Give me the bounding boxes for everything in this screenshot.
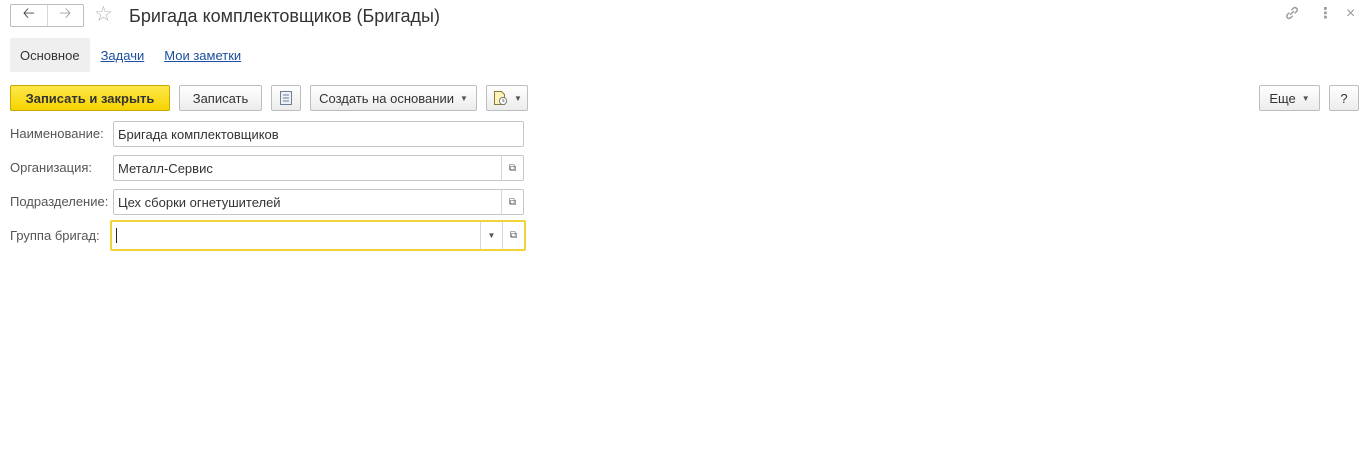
name-value[interactable]: Бригада комплектовщиков bbox=[114, 122, 523, 146]
document-clock-icon bbox=[494, 91, 508, 106]
more-actions-button[interactable]: Еще ▼ bbox=[1259, 85, 1320, 111]
tab-my-notes[interactable]: Мои заметки bbox=[154, 38, 251, 72]
help-button[interactable]: ? bbox=[1329, 85, 1359, 111]
group-field[interactable]: ▼ ⧉ bbox=[110, 220, 526, 251]
star-icon[interactable]: ☆ bbox=[94, 3, 113, 27]
link-icon[interactable] bbox=[1284, 5, 1300, 26]
create-based-on-label: Создать на основании bbox=[319, 90, 454, 106]
more-actions-label: Еще bbox=[1269, 90, 1296, 106]
group-value[interactable] bbox=[112, 222, 480, 249]
save-and-close-button[interactable]: Записать и закрыть bbox=[10, 85, 170, 111]
command-bar: Записать и закрыть Записать Создать на о… bbox=[0, 84, 1369, 112]
chevron-down-icon: ▼ bbox=[514, 93, 522, 103]
text-cursor bbox=[116, 228, 117, 243]
create-based-on-button[interactable]: Создать на основании ▼ bbox=[310, 85, 477, 111]
page-title: Бригада комплектовщиков (Бригады) bbox=[129, 6, 440, 26]
forward-arrow-icon[interactable]: 🡢 bbox=[46, 5, 84, 26]
tab-main[interactable]: Основное bbox=[10, 38, 90, 72]
chevron-down-icon: ▼ bbox=[459, 93, 468, 103]
department-field[interactable]: Цех сборки огнетушителей ⧉ bbox=[113, 189, 524, 215]
reports-button[interactable]: ▼ bbox=[486, 85, 528, 111]
back-arrow-icon[interactable]: 🡠 bbox=[11, 5, 47, 26]
list-icon[interactable] bbox=[271, 85, 301, 111]
open-icon[interactable]: ⧉ bbox=[501, 156, 523, 180]
organization-label: Организация: bbox=[10, 160, 93, 175]
name-label: Наименование: bbox=[10, 126, 104, 141]
name-field[interactable]: Бригада комплектовщиков bbox=[113, 121, 524, 147]
form-tabs: Основное Задачи Мои заметки bbox=[10, 38, 251, 72]
department-value[interactable]: Цех сборки огнетушителей bbox=[114, 190, 501, 214]
navigation-buttons: 🡠 🡢 bbox=[10, 4, 84, 27]
open-icon[interactable]: ⧉ bbox=[502, 222, 524, 249]
open-icon[interactable]: ⧉ bbox=[501, 190, 523, 214]
chevron-down-icon: ▼ bbox=[1301, 93, 1310, 103]
organization-value[interactable]: Металл-Сервис bbox=[114, 156, 501, 180]
organization-field[interactable]: Металл-Сервис ⧉ bbox=[113, 155, 524, 181]
more-icon[interactable]: ⋮ bbox=[1318, 5, 1333, 23]
tab-tasks[interactable]: Задачи bbox=[90, 38, 155, 72]
group-label: Группа бригад: bbox=[10, 228, 100, 243]
department-label: Подразделение: bbox=[10, 194, 109, 209]
chevron-down-icon[interactable]: ▼ bbox=[480, 222, 502, 249]
save-button[interactable]: Записать bbox=[179, 85, 262, 111]
title-bar: 🡠 🡢 ☆ Бригада комплектовщиков (Бригады) … bbox=[0, 0, 1369, 34]
close-icon[interactable]: × bbox=[1346, 5, 1355, 23]
